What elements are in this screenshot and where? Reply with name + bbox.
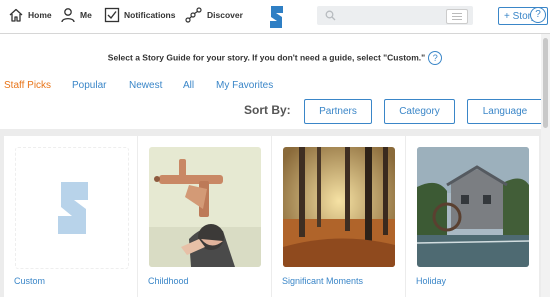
top-navigation-bar: Home Me Notifications Discover + Story ?: [0, 0, 550, 34]
home-icon: [9, 8, 23, 22]
nav-notifications[interactable]: Notifications: [104, 7, 175, 23]
menu-icon[interactable]: [446, 9, 468, 24]
sort-partners-button[interactable]: Partners: [304, 99, 372, 124]
childhood-photo: [149, 147, 261, 267]
forest-photo: [283, 147, 395, 267]
guide-image-holiday: [417, 147, 529, 267]
scrollbar-thumb[interactable]: [543, 38, 548, 128]
guide-image-childhood: [149, 147, 261, 267]
checkbox-icon: [104, 7, 120, 23]
nav-discover-label: Discover: [207, 10, 243, 20]
sort-by-label: Sort By:: [244, 103, 291, 117]
tab-my-favorites[interactable]: My Favorites: [216, 80, 273, 91]
nav-home-label: Home: [28, 10, 52, 20]
user-icon: [61, 8, 75, 23]
logo-icon: [270, 6, 283, 28]
search-icon: [325, 10, 336, 21]
sort-language-button[interactable]: Language: [467, 99, 543, 124]
custom-logo-icon: [58, 182, 88, 234]
instruction-line: Select a Story Guide for your story. If …: [0, 51, 550, 65]
tab-newest[interactable]: Newest: [129, 80, 162, 91]
guide-label-childhood: Childhood: [148, 276, 189, 286]
guide-label-custom: Custom: [14, 276, 46, 286]
tab-popular[interactable]: Popular: [72, 80, 106, 91]
instruction-text: Select a Story Guide for your story. If …: [107, 52, 426, 63]
sort-category-button[interactable]: Category: [384, 99, 455, 124]
nav-notifications-label: Notifications: [124, 10, 176, 20]
guide-card-holiday[interactable]: Holiday: [406, 136, 539, 297]
tab-staff-picks[interactable]: Staff Picks: [4, 80, 51, 91]
help-icon[interactable]: ?: [530, 7, 546, 23]
guide-card-custom[interactable]: Custom: [4, 136, 137, 297]
guide-image-custom: [15, 147, 129, 269]
search-bar[interactable]: [317, 6, 473, 25]
guide-card-significant-moments[interactable]: Significant Moments: [272, 136, 405, 297]
nav-me-label: Me: [80, 10, 92, 20]
nav-me[interactable]: Me: [60, 7, 92, 23]
guide-card-childhood[interactable]: Childhood: [138, 136, 271, 297]
discover-icon: [185, 7, 202, 23]
nav-discover[interactable]: Discover: [185, 7, 243, 23]
add-story-button[interactable]: + Story ?: [498, 7, 548, 25]
mill-photo: [417, 147, 529, 267]
guide-label-significant-moments: Significant Moments: [282, 276, 364, 286]
nav-home[interactable]: Home: [8, 7, 52, 23]
vertical-scrollbar[interactable]: [541, 34, 550, 297]
guide-image-significant-moments: [283, 147, 395, 267]
help-circle-icon[interactable]: ?: [428, 51, 443, 65]
guide-label-holiday: Holiday: [416, 276, 447, 286]
app-logo[interactable]: [268, 5, 286, 34]
tab-all[interactable]: All: [183, 80, 194, 91]
